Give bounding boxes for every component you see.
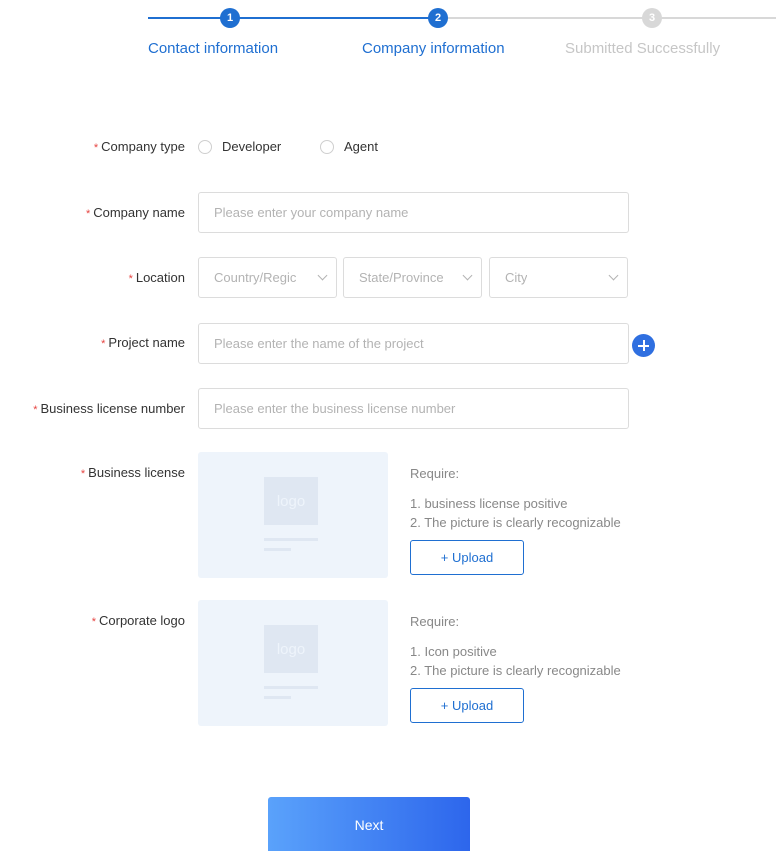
radio-circle[interactable] <box>320 139 334 154</box>
radio-circle[interactable] <box>198 139 212 154</box>
country-select-placeholder: Country/Regic <box>214 270 297 285</box>
step-connector-3 <box>438 17 776 19</box>
required-mark: * <box>101 338 106 350</box>
requirement-item: 2. The picture is clearly recognizable <box>410 663 621 678</box>
state-select-placeholder: State/Province <box>359 270 444 285</box>
step-1-label: Contact information <box>148 40 279 57</box>
project-name-input[interactable]: Please enter the name of the project <box>198 323 629 364</box>
corporate-logo-label-text: Corporate logo <box>99 613 185 628</box>
required-mark: * <box>33 404 38 416</box>
next-button[interactable]: Next <box>268 797 470 851</box>
company-type-label: * Company type <box>94 139 185 154</box>
location-label-text: Location <box>135 270 185 285</box>
corporate-logo-requirements: Require: 1. Icon positive 2. The picture… <box>410 612 621 680</box>
required-mark: * <box>85 208 91 220</box>
radio-agent-label: Agent <box>344 139 378 154</box>
city-select[interactable]: City <box>489 257 628 298</box>
radio-developer[interactable]: Developer <box>198 139 281 154</box>
city-select-placeholder: City <box>505 270 528 285</box>
corporate-logo-label: * Corporate logo <box>92 613 185 628</box>
step-connector-2 <box>230 17 438 19</box>
required-mark: * <box>91 616 96 628</box>
business-license-label-text: Business license <box>88 465 185 480</box>
business-license-upload-button[interactable]: + Upload <box>410 540 524 575</box>
country-select[interactable]: Country/Regic <box>198 257 337 298</box>
required-mark: * <box>93 142 99 154</box>
step-1-indicator: 1 <box>220 8 240 28</box>
business-license-number-label-text: Business license number <box>40 401 185 416</box>
business-license-number-label: * Business license number <box>33 401 185 416</box>
chevron-down-icon <box>608 270 619 281</box>
add-project-button[interactable] <box>632 334 655 357</box>
step-2-label: Company information <box>362 40 505 57</box>
location-label: * Location <box>129 270 185 285</box>
placeholder-line <box>264 538 318 541</box>
business-license-preview[interactable]: logo <box>198 452 388 578</box>
company-name-input[interactable]: Please enter your company name <box>198 192 629 233</box>
requirement-item: 1. business license positive <box>410 496 568 511</box>
required-mark: * <box>80 468 86 480</box>
business-license-number-input[interactable]: Please enter the business license number <box>198 388 629 429</box>
requirement-item: 1. Icon positive <box>410 644 497 659</box>
placeholder-line <box>264 686 318 689</box>
business-license-requirements: Require: 1. business license positive 2.… <box>410 464 621 532</box>
company-name-label: * Company name <box>86 205 185 220</box>
radio-agent[interactable]: Agent <box>320 139 378 154</box>
project-name-label-text: Project name <box>108 335 185 350</box>
corporate-logo-upload-button[interactable]: + Upload <box>410 688 524 723</box>
chevron-down-icon <box>317 270 328 281</box>
step-3-indicator: 3 <box>642 8 662 28</box>
require-title: Require: <box>410 466 460 481</box>
company-type-label-text: Company type <box>101 139 185 154</box>
state-select[interactable]: State/Province <box>343 257 482 298</box>
step-2-indicator: 2 <box>428 8 448 28</box>
logo-placeholder-icon: logo <box>264 625 318 673</box>
step-connector-1 <box>148 17 230 19</box>
placeholder-line <box>264 548 291 551</box>
corporate-logo-preview[interactable]: logo <box>198 600 388 726</box>
step-3-label: Submitted Successfully <box>565 40 721 57</box>
chevron-down-icon <box>462 270 473 281</box>
logo-placeholder-icon: logo <box>264 477 318 525</box>
require-title: Require: <box>410 614 460 629</box>
radio-developer-label: Developer <box>222 139 282 154</box>
project-name-label: * Project name <box>101 335 185 350</box>
requirement-item: 2. The picture is clearly recognizable <box>410 515 621 530</box>
required-mark: * <box>128 273 133 285</box>
business-license-label: * Business license <box>81 465 185 480</box>
placeholder-line <box>264 696 291 699</box>
company-name-label-text: Company name <box>93 205 185 220</box>
